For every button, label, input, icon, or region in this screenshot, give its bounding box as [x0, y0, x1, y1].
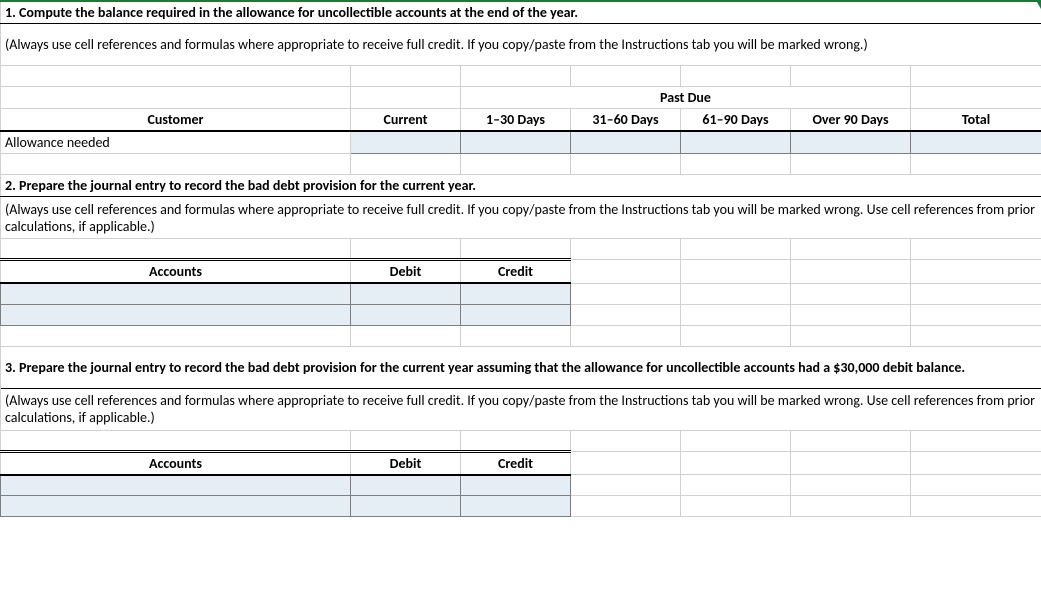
q3-credit-1[interactable] [461, 475, 571, 496]
input-total[interactable] [911, 131, 1041, 154]
row-allowance-label: Allowance needed [1, 131, 351, 154]
q1-note: (Always use cell references and formulas… [1, 24, 1041, 66]
q3-col-accounts: Accounts [1, 451, 351, 475]
q2-debit-2[interactable] [351, 304, 461, 325]
q1-title: 1. Compute the balance required in the a… [1, 1, 1041, 24]
q2-note: (Always use cell references and formulas… [1, 197, 1041, 239]
col-current: Current [351, 109, 461, 132]
past-due-header: Past Due [461, 87, 911, 109]
input-61-90[interactable] [681, 131, 791, 154]
col-total: Total [911, 109, 1041, 132]
q2-col-accounts: Accounts [1, 260, 351, 284]
input-1-30[interactable] [461, 131, 571, 154]
input-over-90[interactable] [791, 131, 911, 154]
input-current[interactable] [351, 131, 461, 154]
col-1-30: 1–30 Days [461, 109, 571, 132]
q3-col-credit: Credit [461, 451, 571, 475]
input-31-60[interactable] [571, 131, 681, 154]
q2-title: 2. Prepare the journal entry to record t… [1, 175, 1041, 197]
q3-debit-2[interactable] [351, 496, 461, 517]
q3-accounts-1[interactable] [1, 475, 351, 496]
col-61-90: 61–90 Days [681, 109, 791, 132]
col-31-60: 31–60 Days [571, 109, 681, 132]
q2-accounts-2[interactable] [1, 304, 351, 325]
col-over-90: Over 90 Days [791, 109, 911, 132]
q2-col-debit: Debit [351, 260, 461, 284]
q3-col-debit: Debit [351, 451, 461, 475]
q2-credit-2[interactable] [461, 304, 571, 325]
q3-note: (Always use cell references and formulas… [1, 388, 1041, 430]
q3-accounts-2[interactable] [1, 496, 351, 517]
q3-title: 3. Prepare the journal entry to record t… [1, 346, 1041, 388]
q2-credit-1[interactable] [461, 283, 571, 304]
q2-accounts-1[interactable] [1, 283, 351, 304]
col-customer: Customer [1, 109, 351, 132]
q3-credit-2[interactable] [461, 496, 571, 517]
q3-debit-1[interactable] [351, 475, 461, 496]
spreadsheet-grid[interactable]: 1. Compute the balance required in the a… [0, 0, 1041, 517]
q2-debit-1[interactable] [351, 283, 461, 304]
q2-col-credit: Credit [461, 260, 571, 284]
